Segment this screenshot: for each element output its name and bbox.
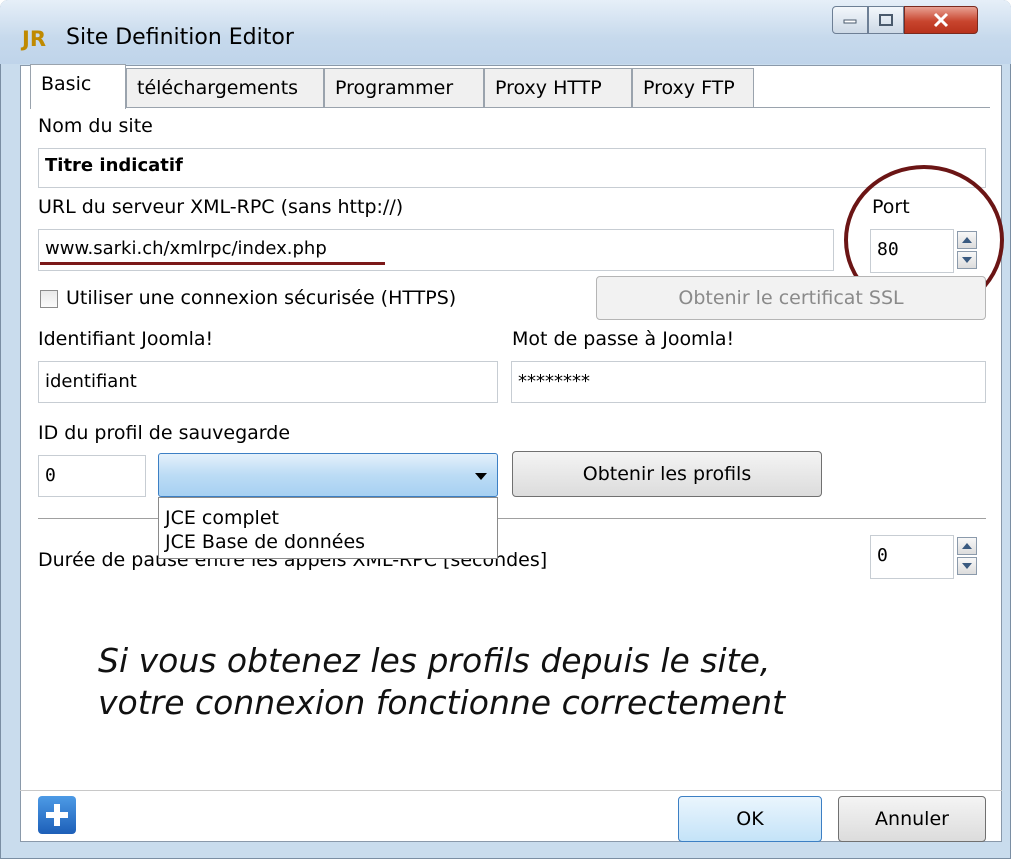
- ok-button[interactable]: OK: [678, 796, 822, 842]
- pause-input[interactable]: 0: [870, 535, 954, 579]
- profile-id-input[interactable]: 0: [38, 455, 146, 497]
- tab-programmer[interactable]: Programmer: [324, 68, 484, 108]
- annotation-line-1: Si vous obtenez les profils depuis le si…: [98, 641, 771, 680]
- tab-proxy-http[interactable]: Proxy HTTP: [484, 68, 632, 108]
- get-profiles-button[interactable]: Obtenir les profils: [512, 451, 822, 497]
- profile-option[interactable]: JCE Base de données: [159, 530, 497, 554]
- tab-divider: [30, 107, 990, 108]
- url-underline: [40, 262, 385, 265]
- close-button[interactable]: [904, 6, 978, 34]
- arrow-up-icon: [962, 543, 972, 549]
- annotation-text: Si vous obtenez les profils depuis le si…: [98, 640, 978, 724]
- tab-downloads[interactable]: téléchargements: [126, 68, 324, 108]
- url-label: URL du serveur XML-RPC (sans http://): [38, 196, 404, 218]
- site-name-label: Nom du site: [38, 115, 153, 137]
- profile-option[interactable]: JCE complet: [159, 498, 497, 530]
- plus-icon: [46, 804, 68, 826]
- profile-dropdown[interactable]: [158, 453, 498, 497]
- https-label: Utiliser une connexion sécurisée (HTTPS): [66, 287, 457, 309]
- profile-options-list: JCE complet JCE Base de données: [158, 497, 498, 559]
- password-label: Mot de passe à Joomla!: [512, 328, 735, 350]
- profile-label: ID du profil de sauvegarde: [38, 422, 291, 444]
- get-ssl-certificate-button[interactable]: Obtenir le certificat SSL: [596, 276, 986, 320]
- https-checkbox[interactable]: [40, 290, 58, 308]
- arrow-down-icon: [962, 563, 972, 569]
- username-input[interactable]: identifiant: [38, 361, 498, 403]
- close-icon: [933, 12, 949, 28]
- cancel-button[interactable]: Annuler: [838, 796, 986, 842]
- app-logo-text: JR: [22, 27, 46, 51]
- tab-proxy-ftp[interactable]: Proxy FTP: [632, 68, 754, 108]
- chevron-down-icon: [475, 473, 487, 480]
- maximize-icon: [879, 14, 893, 26]
- footer-divider: [20, 790, 1002, 791]
- pause-down-button[interactable]: [957, 557, 977, 575]
- maximize-button[interactable]: [868, 6, 904, 34]
- pause-up-button[interactable]: [957, 537, 977, 555]
- url-value: www.sarki.ch/xmlrpc/index.php: [45, 238, 327, 259]
- tab-basic[interactable]: Basic: [30, 64, 126, 109]
- window-title: Site Definition Editor: [66, 25, 294, 50]
- app-logo-icon: JR: [22, 26, 56, 52]
- username-label: Identifiant Joomla!: [38, 328, 214, 350]
- password-input[interactable]: ********: [511, 361, 986, 403]
- minimize-button[interactable]: [832, 6, 868, 34]
- add-site-button[interactable]: [38, 796, 76, 834]
- minimize-icon: [843, 19, 857, 24]
- annotation-line-2: votre connexion fonctionne correctement: [98, 683, 786, 722]
